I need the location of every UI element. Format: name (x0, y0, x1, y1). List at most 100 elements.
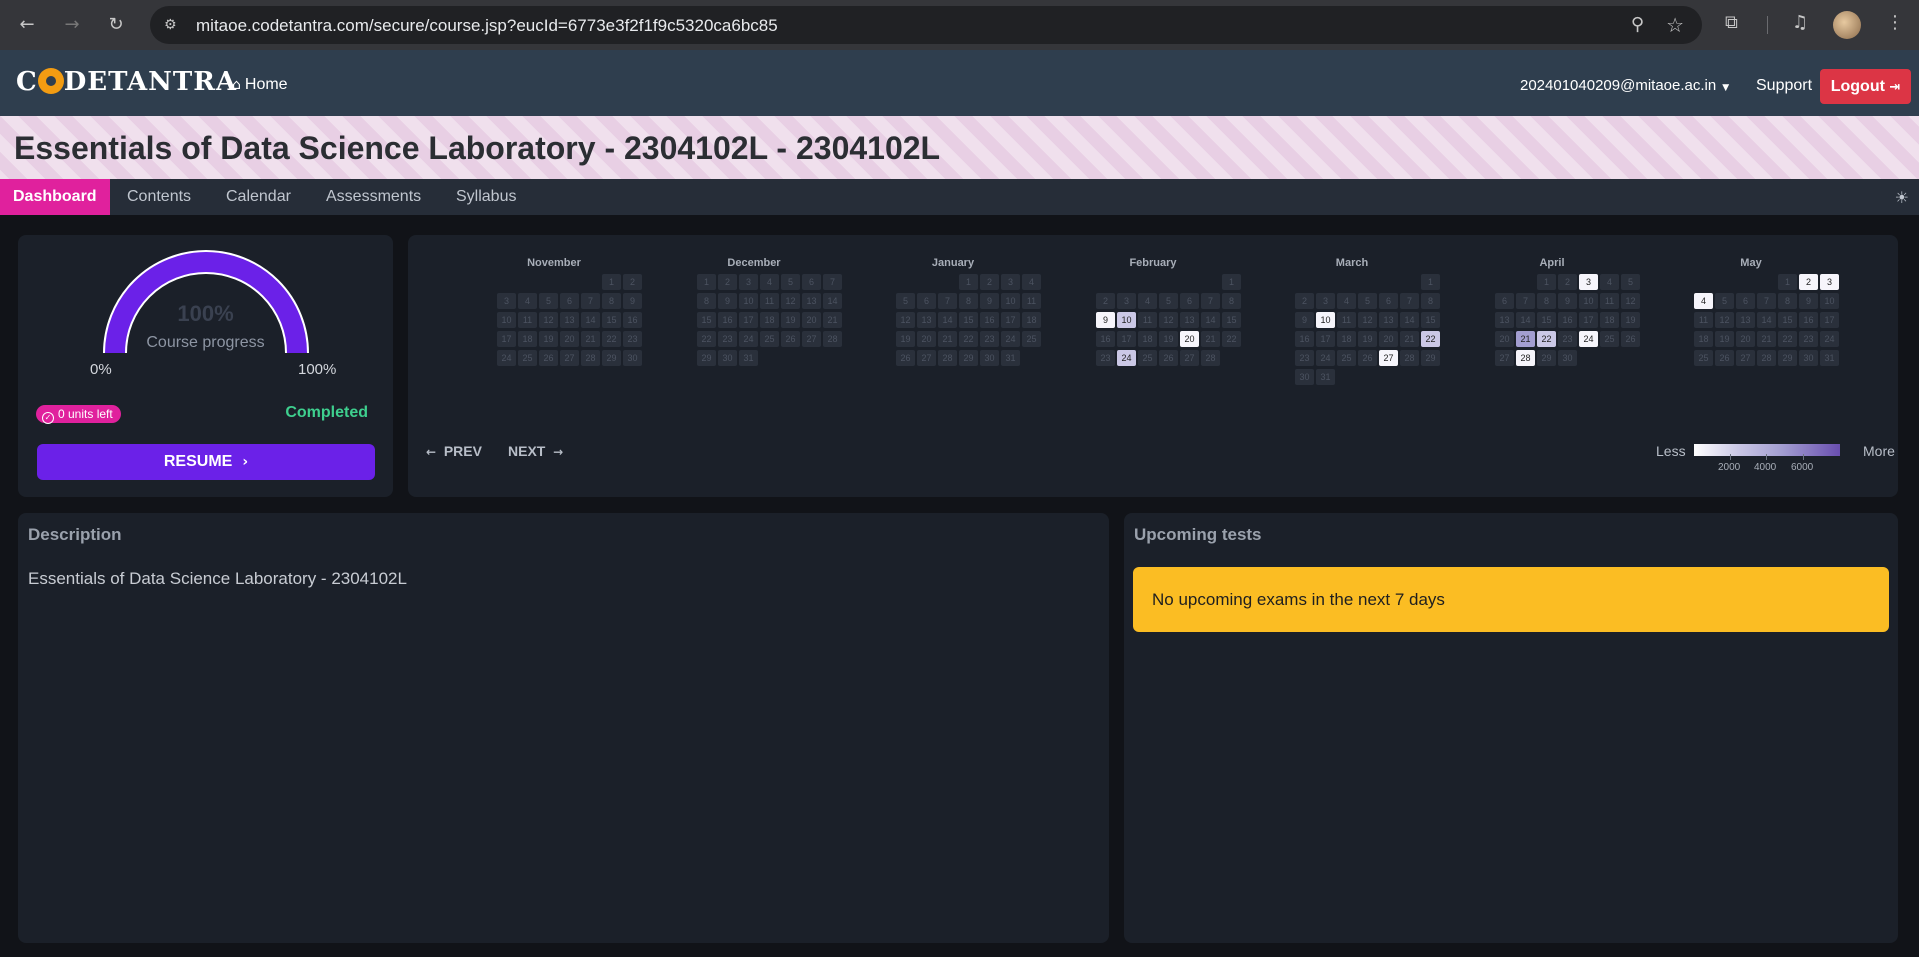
calendar-day[interactable]: 3 (1001, 274, 1020, 290)
calendar-day[interactable]: 8 (1421, 293, 1440, 309)
forward-icon[interactable]: → (60, 13, 84, 37)
calendar-day[interactable]: 26 (1159, 350, 1178, 366)
calendar-day[interactable]: 7 (1201, 293, 1220, 309)
calendar-day[interactable]: 4 (1138, 293, 1157, 309)
calendar-day[interactable]: 19 (1621, 312, 1640, 328)
calendar-day[interactable]: 29 (697, 350, 716, 366)
calendar-day[interactable]: 24 (739, 331, 758, 347)
calendar-day[interactable]: 11 (1022, 293, 1041, 309)
calendar-day[interactable]: 18 (1337, 331, 1356, 347)
calendar-day[interactable]: 1 (1421, 274, 1440, 290)
calendar-day[interactable]: 18 (1694, 331, 1713, 347)
home-link[interactable]: ⌂ Home (232, 76, 288, 94)
calendar-day[interactable]: 20 (1736, 331, 1755, 347)
calendar-day[interactable]: 3 (1117, 293, 1136, 309)
extensions-icon[interactable]: ⧉ (1725, 12, 1738, 33)
calendar-day[interactable]: 5 (539, 293, 558, 309)
calendar-day[interactable]: 16 (1096, 331, 1115, 347)
calendar-day[interactable]: 15 (959, 312, 978, 328)
calendar-day[interactable]: 3 (1820, 274, 1839, 290)
calendar-day[interactable]: 11 (1600, 293, 1619, 309)
calendar-day[interactable]: 21 (1757, 331, 1776, 347)
calendar-day[interactable]: 9 (980, 293, 999, 309)
reload-icon[interactable]: ↻ (104, 13, 128, 37)
tab-dashboard[interactable]: Dashboard (0, 179, 110, 215)
calendar-day[interactable]: 16 (980, 312, 999, 328)
user-menu[interactable]: 202401040209@mitaoe.ac.in ▼ (1520, 77, 1729, 94)
calendar-day[interactable]: 8 (697, 293, 716, 309)
calendar-day[interactable]: 12 (896, 312, 915, 328)
calendar-day[interactable]: 30 (623, 350, 642, 366)
calendar-day[interactable]: 12 (1358, 312, 1377, 328)
url-text[interactable]: mitaoe.codetantra.com/secure/course.jsp?… (196, 16, 778, 36)
calendar-day[interactable]: 20 (1495, 331, 1514, 347)
calendar-day[interactable]: 17 (1001, 312, 1020, 328)
calendar-day[interactable]: 8 (602, 293, 621, 309)
calendar-day[interactable]: 14 (1757, 312, 1776, 328)
calendar-day[interactable]: 17 (497, 331, 516, 347)
calendar-day[interactable]: 30 (1799, 350, 1818, 366)
calendar-day[interactable]: 1 (1222, 274, 1241, 290)
calendar-day[interactable]: 30 (980, 350, 999, 366)
menu-dots-icon[interactable]: ⋮ (1886, 12, 1904, 33)
calendar-day[interactable]: 13 (560, 312, 579, 328)
calendar-day[interactable]: 6 (1379, 293, 1398, 309)
calendar-day[interactable]: 22 (1222, 331, 1241, 347)
calendar-day[interactable]: 23 (1096, 350, 1115, 366)
tab-assessments[interactable]: Assessments (313, 179, 434, 215)
tab-syllabus[interactable]: Syllabus (443, 179, 529, 215)
calendar-day[interactable]: 22 (697, 331, 716, 347)
calendar-day[interactable]: 22 (1537, 331, 1556, 347)
calendar-day[interactable]: 6 (917, 293, 936, 309)
calendar-day[interactable]: 11 (1694, 312, 1713, 328)
calendar-day[interactable]: 14 (581, 312, 600, 328)
calendar-day[interactable]: 5 (896, 293, 915, 309)
calendar-day[interactable]: 21 (938, 331, 957, 347)
calendar-day[interactable]: 7 (1400, 293, 1419, 309)
calendar-day[interactable]: 12 (1621, 293, 1640, 309)
calendar-day[interactable]: 14 (1201, 312, 1220, 328)
calendar-day[interactable]: 5 (1715, 293, 1734, 309)
calendar-day[interactable]: 15 (1537, 312, 1556, 328)
calendar-day[interactable]: 29 (1537, 350, 1556, 366)
calendar-day[interactable]: 3 (739, 274, 758, 290)
calendar-day[interactable]: 4 (1694, 293, 1713, 309)
calendar-day[interactable]: 9 (1096, 312, 1115, 328)
calendar-day[interactable]: 26 (1715, 350, 1734, 366)
calendar-day[interactable]: 4 (760, 274, 779, 290)
calendar-day[interactable]: 18 (1022, 312, 1041, 328)
calendar-day[interactable]: 5 (1358, 293, 1377, 309)
calendar-day[interactable]: 20 (802, 312, 821, 328)
calendar-day[interactable]: 9 (1799, 293, 1818, 309)
calendar-day[interactable]: 17 (1820, 312, 1839, 328)
calendar-day[interactable]: 6 (1736, 293, 1755, 309)
calendar-day[interactable]: 10 (1117, 312, 1136, 328)
calendar-day[interactable]: 17 (739, 312, 758, 328)
calendar-day[interactable]: 20 (1379, 331, 1398, 347)
calendar-day[interactable]: 26 (1358, 350, 1377, 366)
calendar-day[interactable]: 19 (896, 331, 915, 347)
calendar-day[interactable]: 7 (1516, 293, 1535, 309)
calendar-day[interactable]: 15 (697, 312, 716, 328)
calendar-day[interactable]: 2 (1558, 274, 1577, 290)
calendar-day[interactable]: 2 (980, 274, 999, 290)
calendar-day[interactable]: 24 (1820, 331, 1839, 347)
calendar-day[interactable]: 14 (1400, 312, 1419, 328)
calendar-day[interactable]: 17 (1117, 331, 1136, 347)
calendar-day[interactable]: 24 (1579, 331, 1598, 347)
calendar-day[interactable]: 22 (1421, 331, 1440, 347)
calendar-day[interactable]: 22 (602, 331, 621, 347)
calendar-day[interactable]: 7 (581, 293, 600, 309)
calendar-day[interactable]: 5 (1621, 274, 1640, 290)
calendar-day[interactable]: 13 (1736, 312, 1755, 328)
calendar-day[interactable]: 13 (802, 293, 821, 309)
calendar-day[interactable]: 6 (802, 274, 821, 290)
calendar-day[interactable]: 24 (1001, 331, 1020, 347)
calendar-day[interactable]: 24 (497, 350, 516, 366)
bookmark-star-icon[interactable]: ☆ (1666, 13, 1684, 37)
calendar-day[interactable]: 3 (1316, 293, 1335, 309)
calendar-day[interactable]: 25 (1022, 331, 1041, 347)
calendar-day[interactable]: 10 (1316, 312, 1335, 328)
calendar-day[interactable]: 2 (1096, 293, 1115, 309)
calendar-day[interactable]: 15 (1778, 312, 1797, 328)
